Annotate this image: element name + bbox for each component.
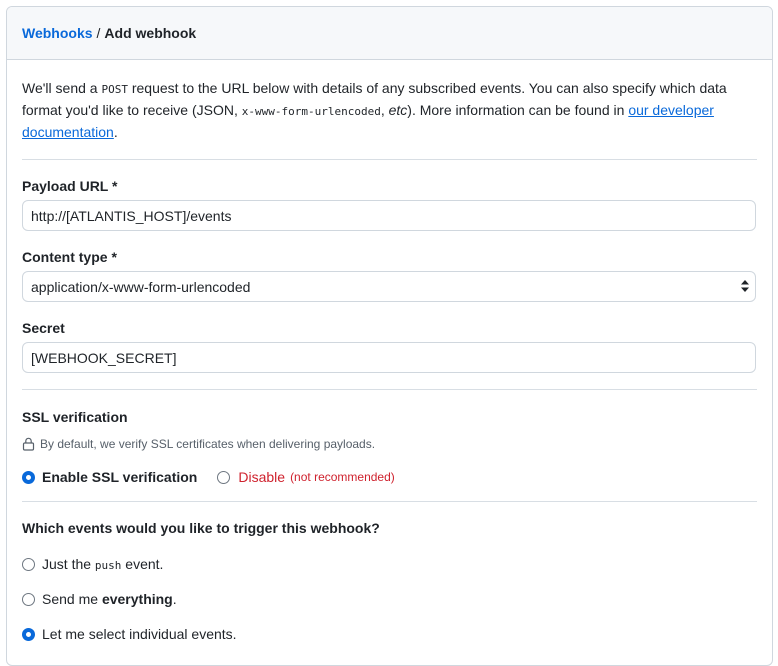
intro-etc: etc: [388, 102, 408, 118]
divider: [22, 389, 757, 390]
event-option-individual[interactable]: Let me select individual events.: [22, 626, 757, 642]
content-type-value: application/x-www-form-urlencoded: [31, 278, 251, 295]
intro-part-3: ,: [380, 102, 389, 118]
push-event-label-pre: Just the: [42, 556, 95, 572]
intro-part-5: .: [113, 124, 118, 140]
secret-value: [WEBHOOK_SECRET]: [31, 349, 177, 366]
disable-ssl-label[interactable]: Disable: [238, 469, 285, 485]
lock-icon: [22, 437, 35, 451]
divider: [22, 159, 757, 160]
breadcrumb-webhooks-link[interactable]: Webhooks: [22, 25, 93, 41]
enable-ssl-radio[interactable]: [22, 470, 35, 484]
enable-ssl-label[interactable]: Enable SSL verification: [42, 469, 197, 485]
content-type-select-wrap: application/x-www-form-urlencoded: [22, 271, 756, 302]
ssl-section-title: SSL verification: [22, 409, 128, 425]
form-body: We'll send a POST request to the URL bel…: [7, 78, 772, 642]
panel-header: Webhooks / Add webhook: [7, 7, 772, 60]
intro-method-code: POST: [101, 83, 128, 96]
everything-radio[interactable]: [22, 592, 35, 606]
payload-url-input[interactable]: http://[ATLANTIS_HOST]/events: [22, 200, 756, 231]
events-section-title: Which events would you like to trigger t…: [22, 520, 380, 536]
page-title: Add webhook: [104, 25, 197, 41]
content-type-label: Content type *: [22, 249, 117, 265]
secret-input[interactable]: [WEBHOOK_SECRET]: [22, 342, 756, 373]
event-option-everything[interactable]: Send me everything.: [22, 591, 757, 607]
webhook-form-panel: Webhooks / Add webhook We'll send a POST…: [6, 6, 773, 666]
payload-url-value: http://[ATLANTIS_HOST]/events: [31, 207, 232, 224]
disable-ssl-note: (not recommended): [290, 470, 395, 484]
everything-label-pre: Send me: [42, 591, 102, 607]
content-type-select[interactable]: application/x-www-form-urlencoded: [22, 271, 756, 302]
everything-label[interactable]: Send me everything.: [42, 591, 177, 607]
individual-events-radio[interactable]: [22, 627, 35, 641]
payload-url-label: Payload URL *: [22, 178, 118, 194]
disable-ssl-radio[interactable]: [217, 470, 231, 484]
event-option-push[interactable]: Just the push event.: [22, 556, 757, 572]
ssl-options: Enable SSL verification Disable (not rec…: [22, 469, 757, 485]
breadcrumb-separator: /: [96, 25, 101, 41]
push-event-label[interactable]: Just the push event.: [42, 556, 163, 572]
ssl-note: By default, we verify SSL certificates w…: [22, 437, 757, 451]
intro-part-4: ). More information can be found in: [407, 102, 629, 118]
push-event-radio[interactable]: [22, 557, 35, 571]
ssl-note-text: By default, we verify SSL certificates w…: [40, 437, 376, 451]
secret-label: Secret: [22, 320, 65, 336]
intro-format-code: x-www-form-urlencoded: [241, 105, 381, 118]
intro-text: We'll send a POST request to the URL bel…: [22, 78, 742, 143]
divider: [22, 501, 757, 502]
individual-events-label[interactable]: Let me select individual events.: [42, 626, 237, 642]
push-event-code: push: [94, 559, 122, 572]
select-arrows-icon: [741, 280, 749, 292]
push-event-label-post: event.: [121, 556, 164, 572]
everything-label-post: .: [172, 591, 177, 607]
intro-part-1: We'll send a: [22, 80, 102, 96]
everything-label-bold: everything: [101, 591, 173, 607]
